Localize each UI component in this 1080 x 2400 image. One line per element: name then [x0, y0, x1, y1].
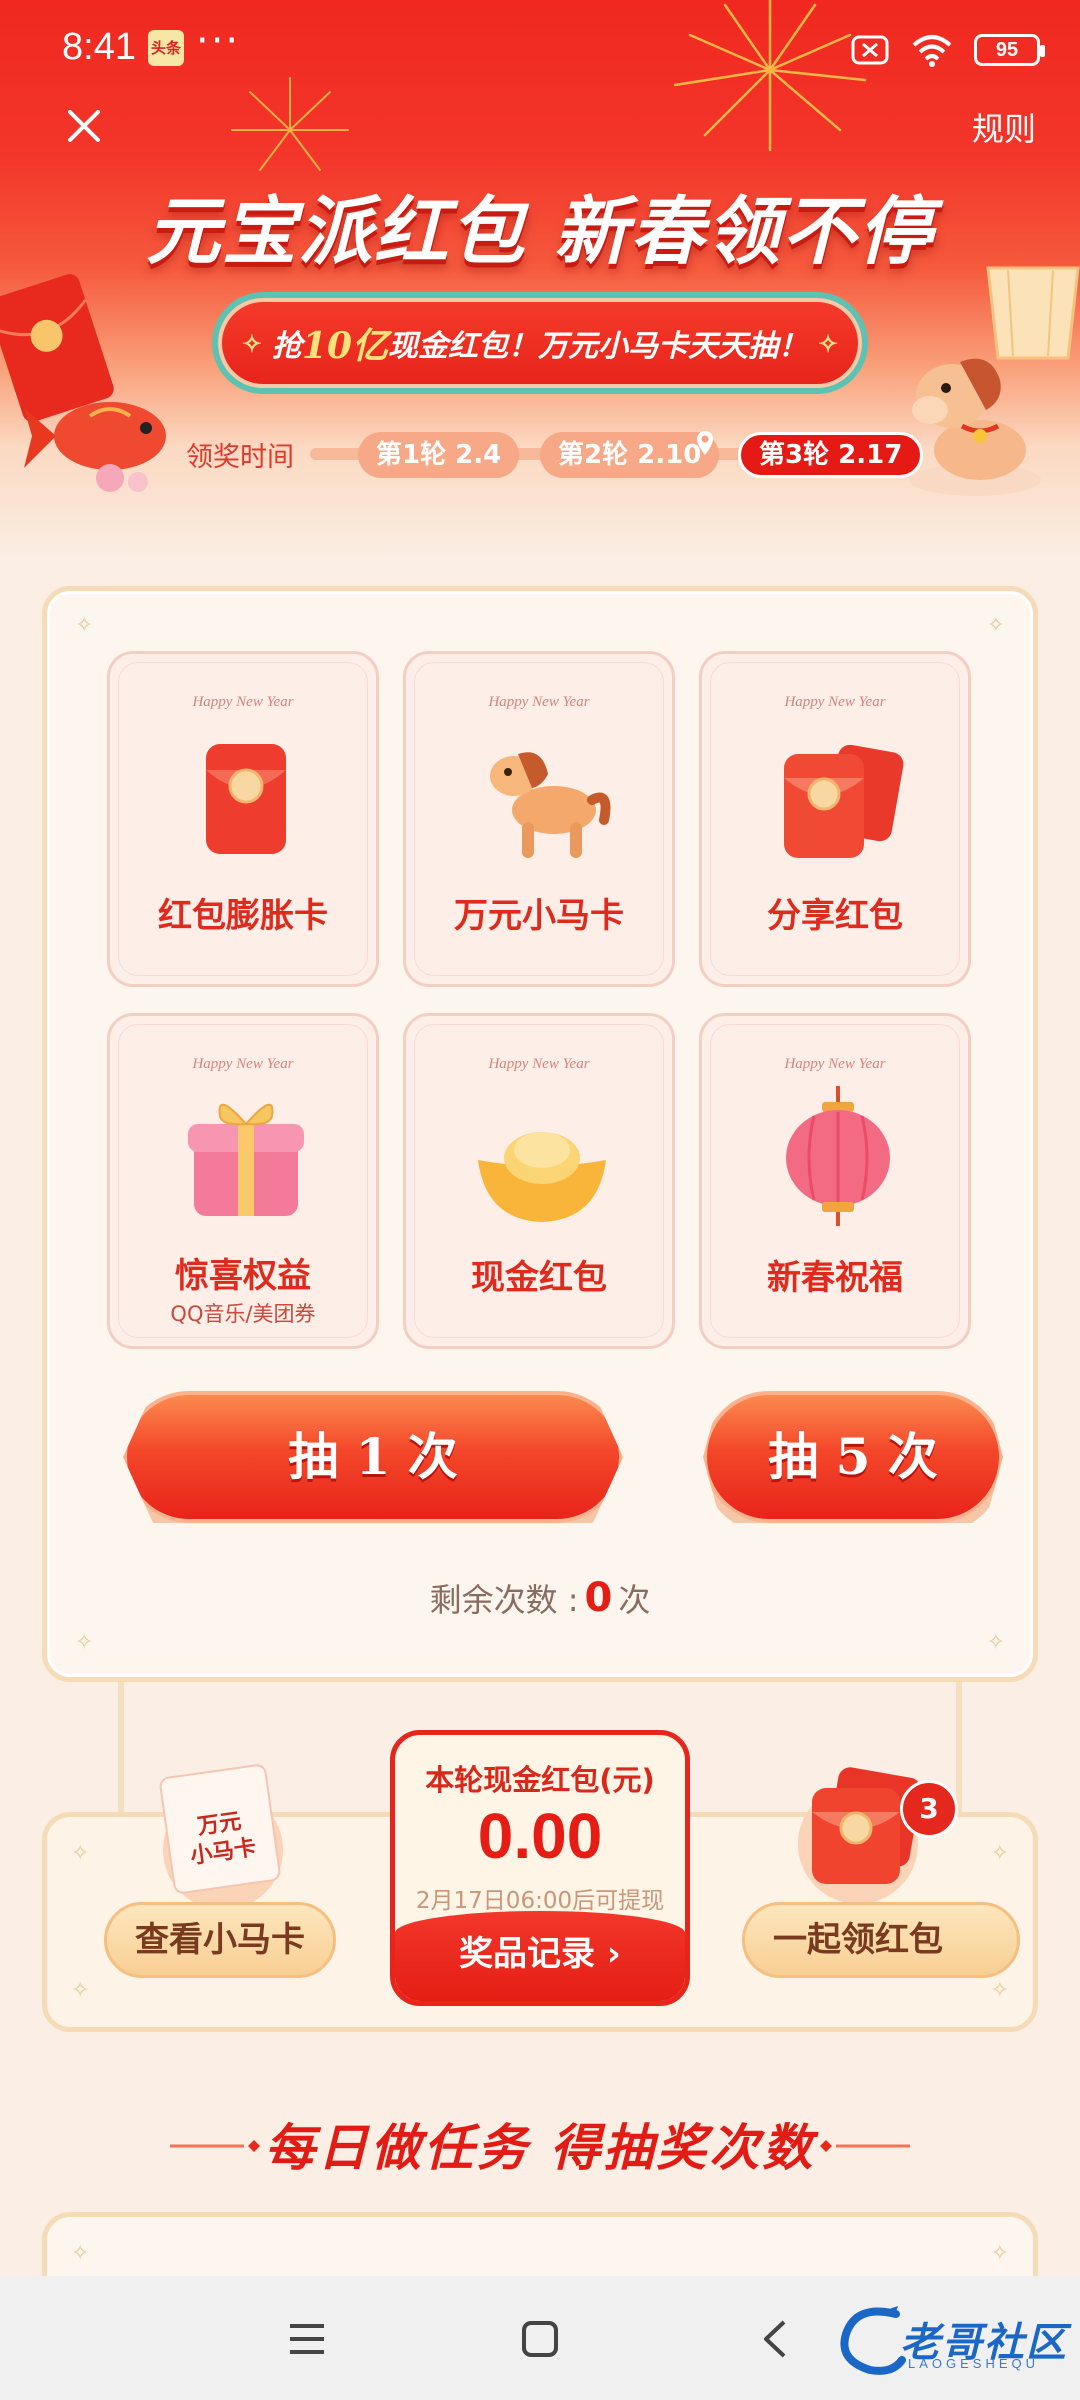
remaining-count: 0: [584, 1575, 613, 1621]
banner-suffix: 现金红包！万元小马卡天天抽！: [388, 329, 809, 364]
tile-caption: Happy New Year: [488, 1056, 590, 1072]
cash-withdraw-note: 2月17日06:00后可提现: [415, 1888, 665, 1914]
round-3-pill[interactable]: 第3轮 2.17: [738, 432, 924, 478]
divider: [118, 1682, 124, 1812]
tile-label: 红包膨胀卡: [158, 896, 328, 936]
rules-link[interactable]: 规则: [972, 104, 1036, 150]
status-bar: 8:41 头条 ··· 95: [0, 0, 1080, 100]
corner-star-icon: ✧: [986, 613, 1005, 638]
watermark-subtext: LAOGESHEQU: [908, 2356, 1040, 2371]
round-1-pill[interactable]: 第1轮 2.4: [358, 432, 520, 478]
claim-together-button[interactable]: 一起领红包: [742, 1902, 1020, 1978]
corner-star-icon: ✧: [75, 1630, 94, 1655]
tile-caption: Happy New Year: [784, 694, 886, 710]
title-ornament-right: [820, 2140, 910, 2152]
remaining-suffix: 次: [618, 1581, 651, 1619]
prize-tile-new-year-blessing[interactable]: Happy New Year 新春祝福: [699, 1013, 971, 1349]
tile-caption: Happy New Year: [784, 1056, 886, 1072]
draw-five-button[interactable]: 抽 5 次: [703, 1391, 1003, 1523]
koi-fish-decoration: [24, 402, 166, 492]
horse-mascot-decoration: [909, 358, 1041, 496]
status-icons: 95: [850, 30, 1045, 70]
tile-label: 万元小马卡: [454, 896, 624, 936]
prize-card: ✧ ✧ ✧ ✧ Happy New Year 红包膨胀卡 Happy New Y…: [42, 586, 1038, 1682]
corner-star-icon: ✧: [75, 613, 94, 638]
watermark: 老哥社区 LAOGESHEQU: [836, 2300, 1068, 2380]
tile-caption: Happy New Year: [488, 694, 590, 710]
horse-card-paper: 万元 小马卡: [158, 1763, 282, 1895]
location-pin-icon: [697, 431, 713, 455]
prize-tile-horse-card[interactable]: Happy New Year 万元小马卡: [403, 651, 675, 987]
cash-envelope-card: 本轮现金红包(元) 0.00 2月17日06:00后可提现 奖品记录 ›: [390, 1730, 690, 2006]
wifi-icon: [912, 35, 952, 67]
tile-label: 分享红包: [767, 896, 903, 936]
corner-star-icon: ✧: [71, 2241, 90, 2266]
draw-buttons-row: 抽 1 次 抽 5 次: [123, 1391, 1003, 1531]
claim-time-row: 领奖时间 第1轮 2.4 第2轮 2.10 第3轮 2.17: [186, 430, 924, 478]
back-icon[interactable]: [752, 2314, 802, 2364]
banner-prefix: 抢: [271, 329, 302, 364]
cash-amount: 0.00: [477, 1800, 603, 1872]
tile-label: 现金红包: [471, 1258, 607, 1298]
tile-label: 惊喜权益: [175, 1256, 311, 1296]
prize-tile-red-envelope-boost[interactable]: Happy New Year 红包膨胀卡: [107, 651, 379, 987]
claim-time-label: 领奖时间: [186, 441, 294, 473]
gift-box-icon: [188, 1103, 304, 1216]
promo-banner: 抢 10亿 现金红包！万元小马卡天天抽！: [218, 298, 862, 388]
horse-icon: [490, 752, 611, 858]
tile-sublabel: QQ音乐/美团券: [170, 1302, 316, 1326]
draw-once-button[interactable]: 抽 1 次: [123, 1391, 623, 1523]
double-red-envelope-icon: [784, 744, 904, 858]
horse-card-icon: 万元 小马卡: [148, 1760, 298, 1910]
sim-off-icon: [851, 35, 889, 65]
page-title: 元宝派红包 新春领不停: [146, 189, 934, 275]
round-2-pill[interactable]: 第2轮 2.10: [540, 432, 720, 478]
remaining-draws: 剩余次数 :0次: [47, 1575, 1033, 1621]
promo-header: 8:41 头条 ··· 95 规则 元宝派红包 新春领不停 抢 10亿 现金红包…: [0, 0, 1080, 560]
status-more-dots: ···: [196, 18, 241, 64]
status-time: 8:41: [62, 26, 136, 68]
prize-tile-share-envelope[interactable]: Happy New Year 分享红包: [699, 651, 971, 987]
tile-caption: Happy New Year: [192, 694, 294, 710]
dragon-logo-icon: [840, 2306, 906, 2375]
red-envelope-icon: [206, 744, 286, 854]
view-horse-card-button[interactable]: 查看小马卡: [104, 1902, 336, 1978]
close-icon[interactable]: [54, 96, 114, 156]
menu-icon[interactable]: [282, 2314, 332, 2364]
home-icon[interactable]: [515, 2314, 565, 2364]
corner-star-icon: ✧: [71, 1841, 90, 1866]
cash-card-title: 本轮现金红包(元): [425, 1763, 655, 1797]
notification-badge: 3: [900, 1780, 958, 1838]
daily-tasks-title: 每日做任务 得抽奖次数: [264, 2118, 816, 2177]
prize-records-button[interactable]: 奖品记录 ›: [395, 1911, 685, 2001]
battery-indicator: 95: [974, 34, 1045, 66]
corner-star-icon: ✧: [71, 1978, 90, 2003]
corner-star-icon: ✧: [986, 1630, 1005, 1655]
divider: [956, 1682, 962, 1812]
prize-tile-surprise-benefit[interactable]: Happy New Year 惊喜权益 QQ音乐/美团券: [107, 1013, 379, 1349]
gold-ingot-icon: [478, 1132, 606, 1222]
banner-highlight: 10亿: [301, 325, 389, 367]
corner-star-icon: ✧: [990, 1978, 1009, 2003]
corner-star-icon: ✧: [990, 1841, 1009, 1866]
toutiao-app-icon: 头条: [148, 30, 184, 66]
corner-star-icon: ✧: [990, 2241, 1009, 2266]
tile-caption: Happy New Year: [192, 1056, 294, 1072]
lantern-icon: [786, 1086, 890, 1226]
tile-label: 新春祝福: [767, 1258, 903, 1298]
remaining-prefix: 剩余次数 :: [429, 1581, 579, 1619]
prize-grid: Happy New Year 红包膨胀卡 Happy New Year 万元小马…: [107, 651, 983, 1349]
prize-tile-cash-envelope[interactable]: Happy New Year 现金红包: [403, 1013, 675, 1349]
